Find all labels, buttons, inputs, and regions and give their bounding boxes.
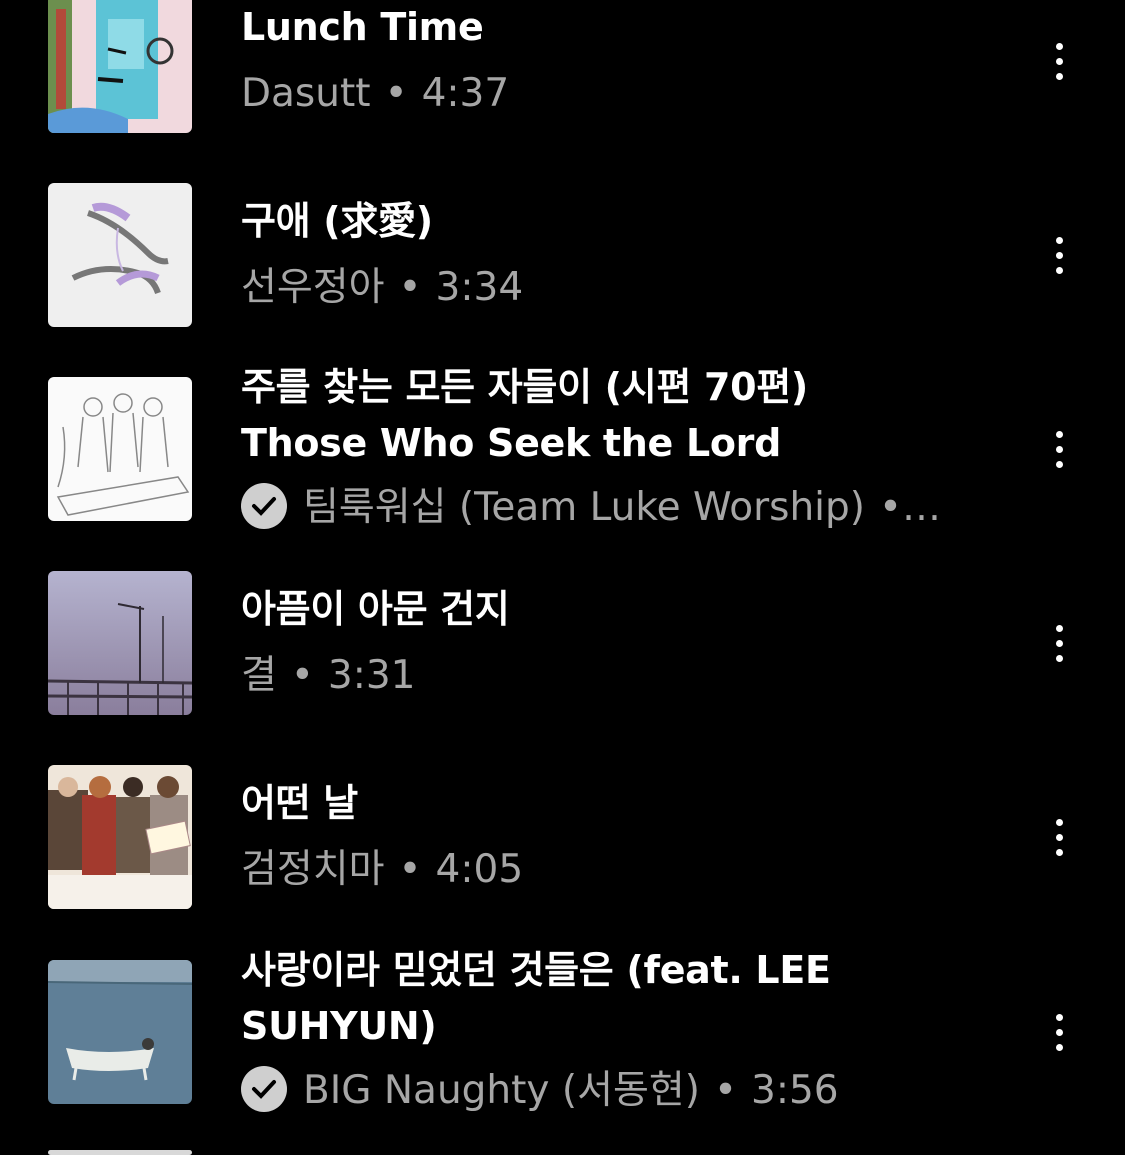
song-title: Lunch Time xyxy=(241,5,484,49)
truncated-separator: •… xyxy=(878,485,941,530)
song-meta: 선우정아 • 3:34 xyxy=(241,260,941,316)
artist-name: 검정치마 xyxy=(241,847,385,892)
duration: 4:05 xyxy=(435,847,524,892)
album-art xyxy=(48,183,192,327)
song-meta: 결 • 3:31 xyxy=(241,648,941,704)
album-art xyxy=(48,960,192,1104)
artist-name: BIG Naughty (서동현) xyxy=(303,1068,700,1113)
verified-check-icon xyxy=(241,482,287,529)
album-art xyxy=(48,1150,192,1155)
duration: 4:37 xyxy=(421,71,510,116)
song-meta: 팀룩워십 (Team Luke Worship) •… xyxy=(241,480,941,536)
artist-name: 결 xyxy=(241,653,277,698)
separator-dot: • xyxy=(384,71,408,116)
artist-name: Dasutt xyxy=(241,71,371,116)
duration: 3:34 xyxy=(435,265,524,310)
artist-name: 선우정아 xyxy=(241,265,385,310)
album-art xyxy=(48,765,192,909)
song-title: 구애 (求愛) xyxy=(241,199,433,243)
more-options-icon[interactable] xyxy=(1040,37,1078,85)
song-title-line1: 사랑이라 믿었던 것들은 (feat. LEE xyxy=(241,948,831,992)
duration: 3:56 xyxy=(751,1068,839,1113)
song-title-line1: 주를 찾는 모든 자들이 (시편 70편) xyxy=(241,365,808,409)
album-art xyxy=(48,571,192,715)
separator-dot: • xyxy=(290,653,314,698)
separator-dot: • xyxy=(398,847,422,892)
album-art xyxy=(48,377,192,521)
duration: 3:31 xyxy=(327,653,416,698)
song-meta: Dasutt • 4:37 xyxy=(241,66,941,122)
artist-name: 팀룩워십 (Team Luke Worship) xyxy=(303,485,865,530)
more-options-icon[interactable] xyxy=(1040,425,1078,473)
more-options-icon[interactable] xyxy=(1040,1008,1078,1056)
song-title-line2: SUHYUN) xyxy=(241,1004,437,1048)
song-meta: 검정치마 • 4:05 xyxy=(241,842,941,898)
album-art xyxy=(48,0,192,133)
song-meta: BIG Naughty (서동현) • 3:56 xyxy=(241,1063,941,1119)
separator-dot: • xyxy=(713,1068,737,1113)
song-title: 어떤 날 xyxy=(241,781,358,825)
more-options-icon[interactable] xyxy=(1040,619,1078,667)
song-title-line2: Those Who Seek the Lord xyxy=(241,421,781,465)
more-options-icon[interactable] xyxy=(1040,813,1078,861)
separator-dot: • xyxy=(398,265,422,310)
more-options-icon[interactable] xyxy=(1040,231,1078,279)
song-title: 아픔이 아문 건지 xyxy=(241,587,510,631)
verified-check-icon xyxy=(241,1065,287,1112)
